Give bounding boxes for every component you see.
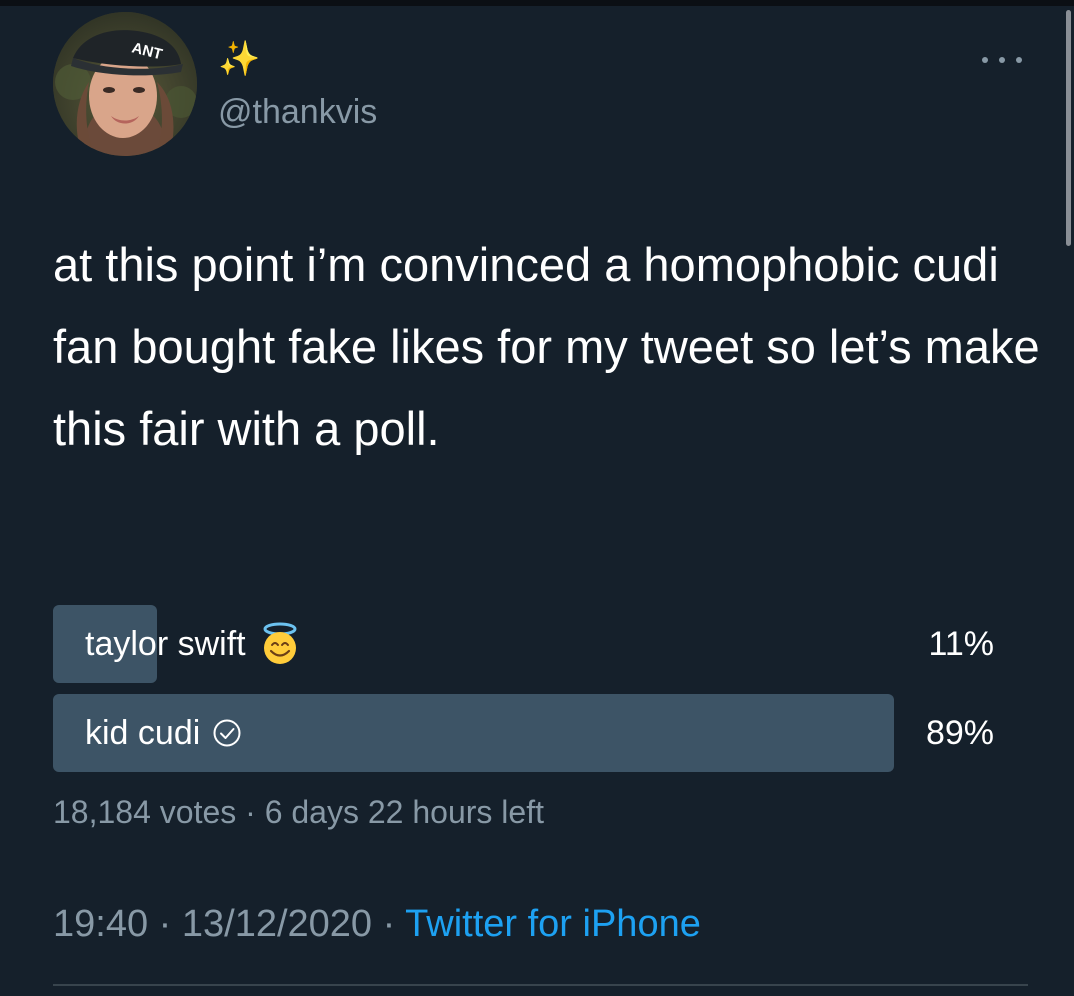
poll-option-label: kid cudi (85, 713, 201, 752)
vote-count: 18,184 votes (53, 794, 237, 830)
poll-option-percent: 11% (928, 624, 994, 663)
poll-option-kid-cudi[interactable]: kid cudi 89% (53, 694, 998, 772)
poll-option-percent: 89% (925, 713, 994, 752)
more-dot-icon (999, 57, 1005, 63)
check-circle-icon (213, 719, 241, 747)
time-left: 6 days 22 hours left (264, 794, 544, 830)
poll-option-label: taylor swift (85, 624, 246, 663)
tweet-timestamp: 19:40 · 13/12/2020 · Twitter for iPhone (53, 899, 701, 949)
poll-option-label-row: taylor swift (85, 605, 300, 683)
meta-separator: · (158, 903, 172, 945)
avatar[interactable]: ANT (53, 12, 197, 156)
tweet-date[interactable]: 13/12/2020 (182, 903, 372, 945)
divider (53, 984, 1028, 986)
display-name[interactable]: ✨ (218, 34, 260, 84)
more-options-button[interactable] (982, 50, 1022, 70)
more-dot-icon (1016, 57, 1022, 63)
poll: taylor swift 11% kid cudi 89% (53, 605, 998, 783)
poll-meta: 18,184 votes · 6 days 22 hours left (53, 790, 544, 834)
meta-separator: · (382, 903, 396, 945)
user-handle[interactable]: @thankvis (218, 92, 377, 132)
source-link[interactable]: Twitter for iPhone (405, 903, 701, 945)
meta-separator: · (245, 794, 256, 830)
poll-option-taylor-swift[interactable]: taylor swift 11% (53, 605, 998, 683)
smiling-face-with-halo-icon (263, 622, 297, 664)
avatar-image: ANT (53, 12, 197, 156)
tweet-text: at this point i’m convinced a homophobic… (53, 238, 1040, 455)
poll-option-label-row: kid cudi (85, 694, 242, 772)
window-top-edge (0, 0, 1074, 6)
tweet-time[interactable]: 19:40 (53, 903, 148, 945)
more-dot-icon (982, 57, 988, 63)
scrollbar[interactable] (1066, 10, 1071, 246)
